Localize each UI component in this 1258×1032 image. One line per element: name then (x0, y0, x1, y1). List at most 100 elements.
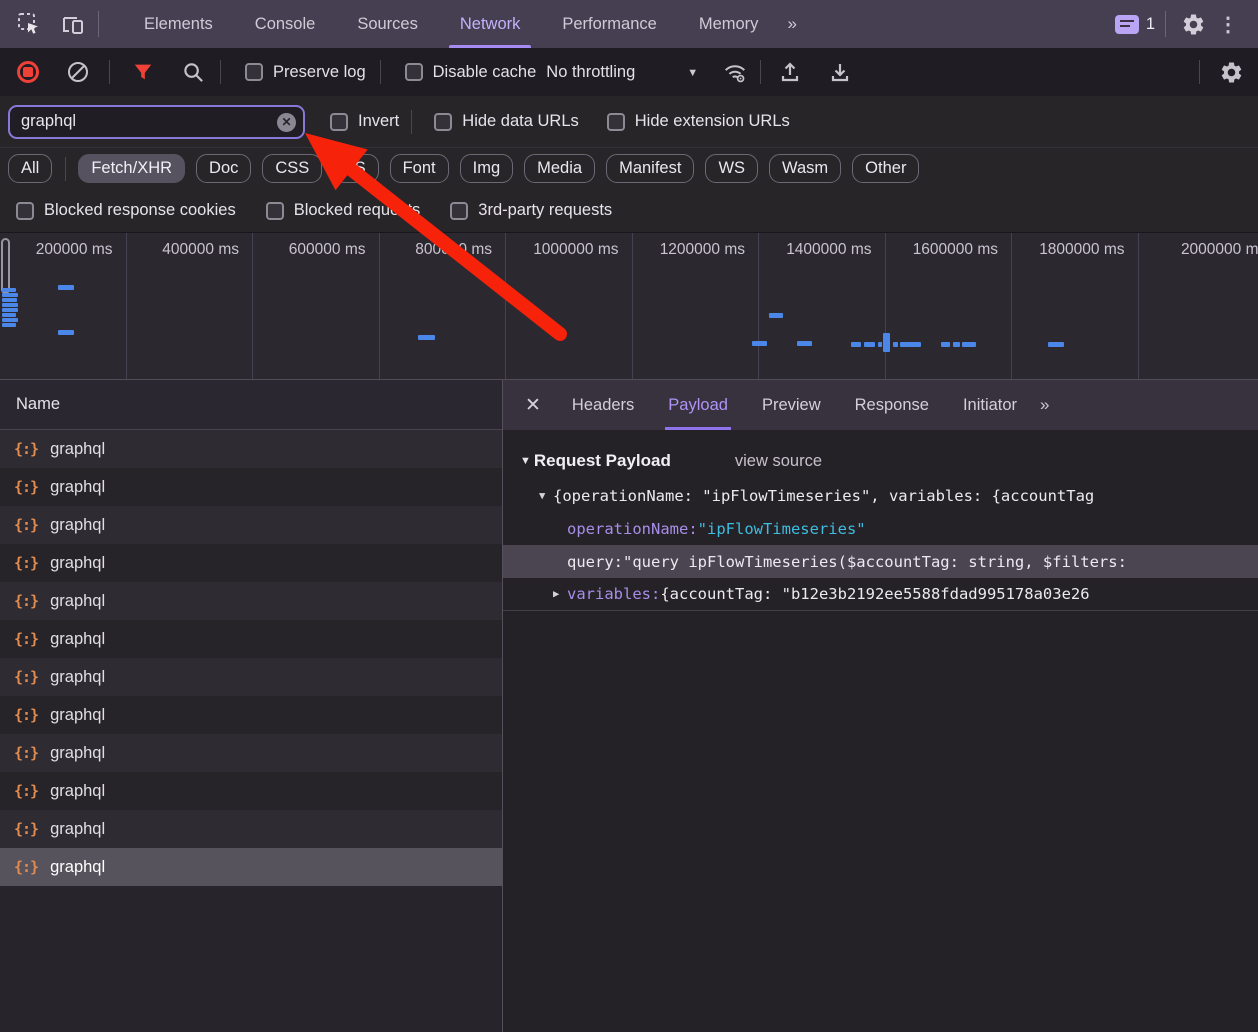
filter-icon[interactable] (130, 59, 156, 85)
request-payload-title: Request Payload (534, 451, 671, 471)
more-tabs-icon[interactable]: » (779, 14, 802, 34)
payload-tree-row[interactable]: ▶variables: {accountTag: "b12e3b2192ee55… (503, 578, 1258, 611)
waterfall-bar (797, 341, 812, 346)
table-row-request[interactable]: {:}graphql (0, 696, 502, 734)
request-name: graphql (50, 858, 105, 877)
filter-options-row: Blocked response cookies Blocked requests… (0, 189, 1258, 232)
expanded-triangle-icon[interactable]: ▼ (539, 490, 553, 502)
detail-tab-payload[interactable]: Payload (651, 380, 745, 430)
table-row-request[interactable]: {:}graphql (0, 582, 502, 620)
chip-doc[interactable]: Doc (196, 154, 251, 183)
settings-gear-icon[interactable] (1178, 9, 1208, 39)
table-row-request[interactable]: {:}graphql (0, 468, 502, 506)
option-3rd-party-requests[interactable]: 3rd-party requests (450, 201, 612, 220)
table-row-request[interactable]: {:}graphql (0, 734, 502, 772)
network-conditions-icon[interactable] (722, 59, 748, 85)
tab-performance[interactable]: Performance (541, 0, 677, 48)
detail-tab-headers[interactable]: Headers (555, 380, 651, 430)
inspect-element-icon[interactable] (14, 9, 44, 39)
table-row-request[interactable]: {:}graphql (0, 658, 502, 696)
hide-data-urls-label[interactable]: Hide data URLs (462, 112, 578, 131)
waterfall-bar (941, 342, 950, 347)
close-icon[interactable]: ✕ (503, 394, 555, 417)
detail-tab-response[interactable]: Response (838, 380, 946, 430)
network-settings-gear-icon[interactable] (1218, 59, 1244, 85)
timeline-tick-label: 1400000 ms (759, 233, 886, 379)
chip-css[interactable]: CSS (262, 154, 322, 183)
detail-tab-initiator[interactable]: Initiator (946, 380, 1034, 430)
payload-tree-row[interactable]: ▼{operationName: "ipFlowTimeseries", var… (503, 479, 1258, 512)
timeline-tick-label: 1600000 ms (886, 233, 1013, 379)
preserve-log-label[interactable]: Preserve log (273, 63, 366, 82)
chip-wasm[interactable]: Wasm (769, 154, 841, 183)
hide-data-urls-checkbox[interactable] (434, 113, 452, 131)
chip-other[interactable]: Other (852, 154, 919, 183)
checkbox[interactable] (266, 202, 284, 220)
chip-all[interactable]: All (8, 154, 52, 183)
table-row-request[interactable]: {:}graphql (0, 620, 502, 658)
detail-tab-preview[interactable]: Preview (745, 380, 838, 430)
more-options-icon[interactable]: ⋮ (1208, 12, 1248, 37)
table-row-request[interactable]: {:}graphql (0, 848, 502, 886)
hide-extension-urls-checkbox[interactable] (607, 113, 625, 131)
timeline-tick-label: 1000000 ms (506, 233, 633, 379)
disable-cache-label[interactable]: Disable cache (433, 63, 537, 82)
hide-extension-urls-label[interactable]: Hide extension URLs (635, 112, 790, 131)
issues-count[interactable]: 1 (1146, 15, 1155, 34)
option-blocked-requests[interactable]: Blocked requests (266, 201, 421, 220)
json-key: operationName: (567, 520, 698, 538)
table-row-request[interactable]: {:}graphql (0, 544, 502, 582)
tab-console[interactable]: Console (234, 0, 337, 48)
timeline-tick-label: 1200000 ms (633, 233, 760, 379)
option-blocked-response-cookies[interactable]: Blocked response cookies (16, 201, 236, 220)
issues-icon[interactable] (1115, 15, 1139, 34)
tab-network[interactable]: Network (439, 0, 542, 48)
tab-elements[interactable]: Elements (123, 0, 234, 48)
table-row-request[interactable]: {:}graphql (0, 772, 502, 810)
tab-sources[interactable]: Sources (336, 0, 439, 48)
table-row-request[interactable]: {:}graphql (0, 506, 502, 544)
chip-img[interactable]: Img (460, 154, 514, 183)
json-value: {operationName: "ipFlowTimeseries", vari… (553, 487, 1094, 505)
device-toolbar-icon[interactable] (58, 9, 88, 39)
search-icon[interactable] (180, 59, 206, 85)
name-column-header[interactable]: Name (0, 380, 502, 430)
clear-network-log-icon[interactable] (65, 59, 91, 85)
table-row-request[interactable]: {:}graphql (0, 810, 502, 848)
chip-manifest[interactable]: Manifest (606, 154, 694, 183)
json-value: "query ipFlowTimeseries($accountTag: str… (623, 553, 1127, 571)
option-label: Blocked response cookies (44, 201, 236, 220)
chip-js[interactable]: JS (333, 154, 378, 183)
payload-tree-row[interactable]: operationName: "ipFlowTimeseries" (503, 512, 1258, 545)
divider (65, 157, 66, 181)
chip-font[interactable]: Font (390, 154, 449, 183)
chevron-down-icon[interactable]: ▼ (687, 67, 698, 79)
record-network-log-button[interactable] (17, 61, 39, 83)
invert-label[interactable]: Invert (358, 112, 399, 131)
preserve-log-checkbox[interactable] (245, 63, 263, 81)
request-name: graphql (50, 440, 105, 459)
export-har-icon[interactable] (827, 59, 853, 85)
timeline-scrubber-handle[interactable] (1, 238, 10, 294)
checkbox[interactable] (16, 202, 34, 220)
waterfall-bar (2, 303, 18, 307)
import-har-icon[interactable] (777, 59, 803, 85)
collapse-triangle-icon[interactable]: ▼ (520, 455, 531, 467)
payload-tree-row[interactable]: query: "query ipFlowTimeseries($accountT… (503, 545, 1258, 578)
disable-cache-checkbox[interactable] (405, 63, 423, 81)
invert-checkbox[interactable] (330, 113, 348, 131)
request-name: graphql (50, 592, 105, 611)
collapsed-triangle-icon[interactable]: ▶ (553, 588, 567, 600)
tab-memory[interactable]: Memory (678, 0, 780, 48)
throttling-select[interactable]: No throttling (546, 63, 635, 82)
more-detail-tabs-icon[interactable]: » (1034, 395, 1053, 415)
network-overview-timeline[interactable]: 200000 ms400000 ms600000 ms800000 ms1000… (0, 232, 1258, 380)
table-row-request[interactable]: {:}graphql (0, 430, 502, 468)
clear-filter-icon[interactable]: ✕ (277, 113, 296, 132)
filter-text-input[interactable]: graphql ✕ (8, 105, 305, 139)
view-source-link[interactable]: view source (735, 452, 822, 471)
chip-fetch-xhr[interactable]: Fetch/XHR (78, 154, 185, 183)
chip-media[interactable]: Media (524, 154, 595, 183)
checkbox[interactable] (450, 202, 468, 220)
chip-ws[interactable]: WS (705, 154, 758, 183)
